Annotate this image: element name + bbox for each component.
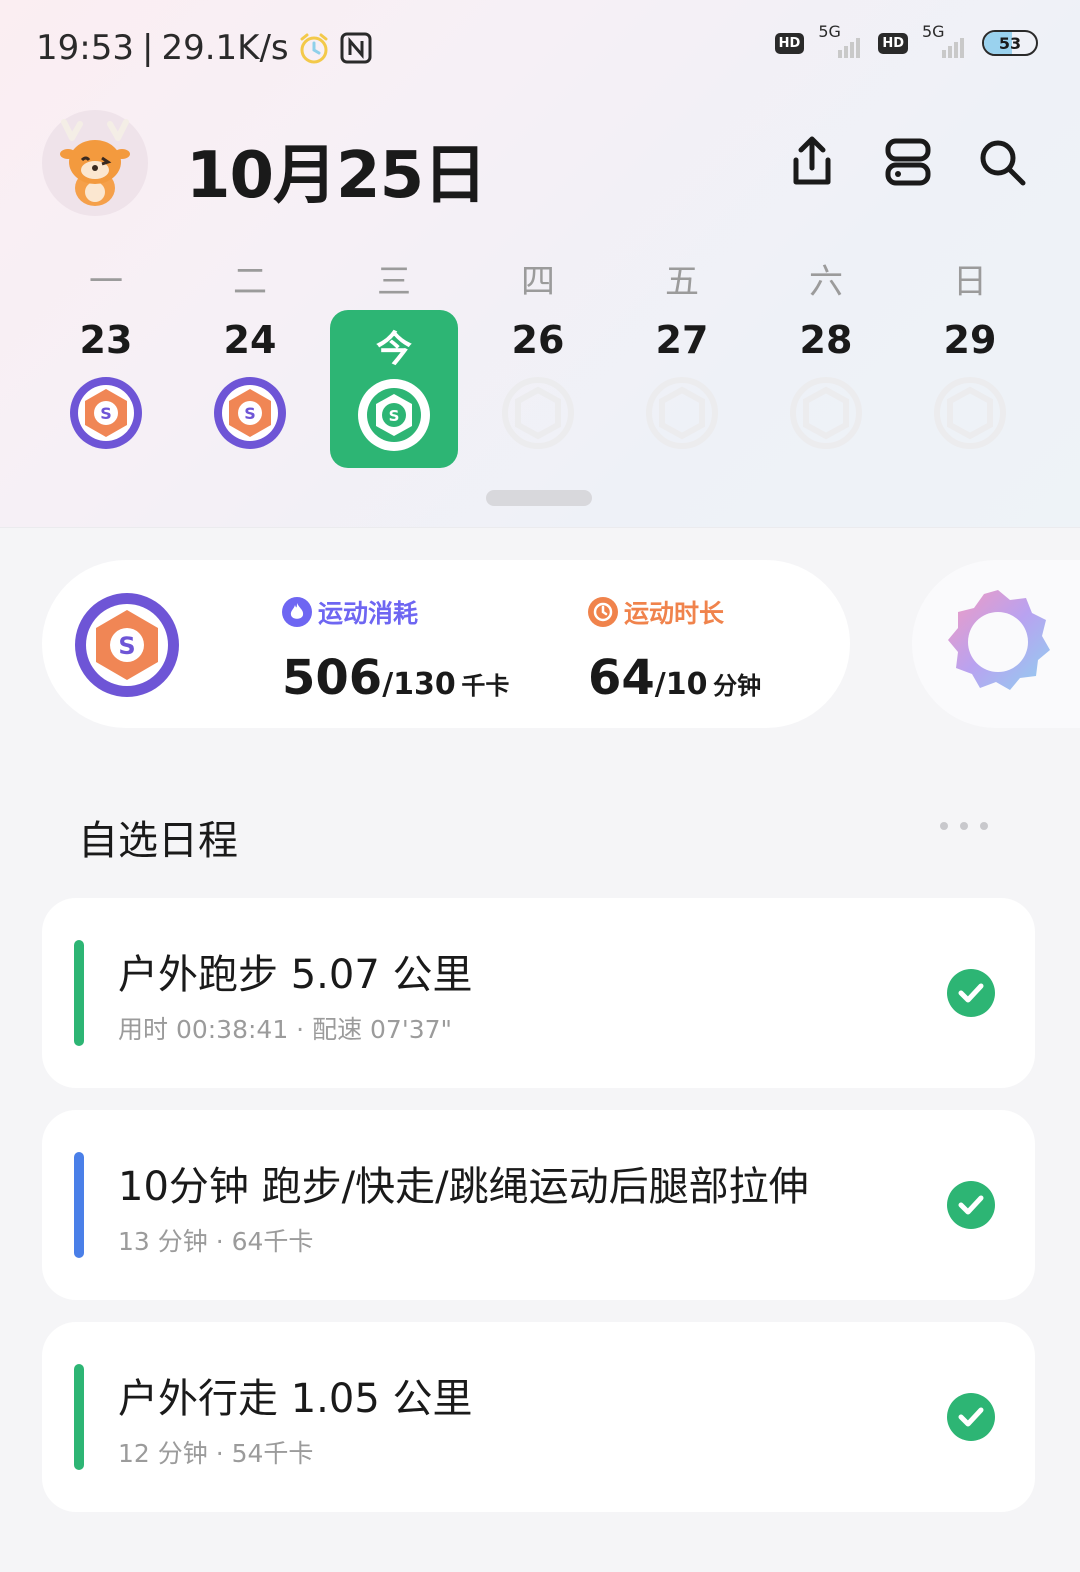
page-title: 10月25日 (186, 139, 487, 213)
duration-metric: 运动时长 64/10 分钟 (588, 594, 761, 706)
date-number: 26 (511, 318, 565, 362)
day-mon[interactable]: 一 23 S (42, 248, 170, 478)
battery-icon: 53 (982, 30, 1038, 56)
more-dot (940, 822, 948, 830)
duration-unit: 分钟 (713, 672, 762, 700)
day-wed-today[interactable]: 三 今 S (330, 248, 458, 478)
sim1-signal-icon: 5G (818, 22, 864, 58)
date-number: 29 (943, 318, 997, 362)
category-bar (74, 940, 84, 1046)
achievement-badge-icon: S (70, 377, 142, 449)
calories-value-row: 506/130 千卡 (282, 650, 509, 706)
calories-value: 506 (282, 650, 383, 706)
gradient-badge-icon (948, 590, 1050, 690)
calories-goal: /130 (382, 667, 456, 702)
weekday-label: 一 (89, 262, 123, 302)
schedule-item-subtitle: 用时 00:38:41 · 配速 07'37" (118, 1015, 453, 1044)
achievement-badge-icon: S (358, 379, 430, 451)
duration-value-row: 64/10 分钟 (588, 650, 761, 706)
date-number: 28 (799, 318, 853, 362)
weekday-label: 日 (953, 262, 987, 302)
more-dot (980, 822, 988, 830)
duration-goal: /10 (654, 667, 708, 702)
status-time: 19:53 (36, 28, 134, 68)
calories-metric: 运动消耗 506/130 千卡 (282, 594, 509, 706)
more-options-button[interactable] (940, 822, 988, 830)
day-sun[interactable]: 日 29 (906, 248, 1034, 478)
schedule-item-subtitle: 12 分钟 · 54千卡 (118, 1439, 314, 1468)
search-button[interactable] (974, 134, 1030, 190)
completed-check-icon[interactable] (947, 969, 995, 1017)
weekday-label: 三 (377, 262, 411, 302)
schedule-item-title: 10分钟 跑步/快走/跳绳运动后腿部拉伸 (118, 1164, 809, 1210)
sim2-signal-icon: 5G (922, 22, 968, 58)
calories-unit: 千卡 (461, 672, 510, 700)
completed-check-icon[interactable] (947, 1393, 995, 1441)
achievement-badge-icon: S (75, 593, 179, 697)
drag-handle[interactable] (486, 490, 592, 506)
sim1-network-type: 5G (818, 22, 841, 41)
network-speed: 29.1K/s (161, 28, 289, 68)
badge-letter: S (118, 632, 135, 660)
sim2-network-type: 5G (922, 22, 945, 41)
day-thu[interactable]: 四 26 (474, 248, 602, 478)
weekday-label: 二 (233, 262, 267, 302)
secondary-badge-card[interactable] (912, 560, 1080, 728)
search-icon (980, 140, 1026, 186)
date-number: 23 (79, 318, 133, 362)
svg-text:S: S (244, 404, 256, 423)
battery-level: 53 (998, 33, 1022, 53)
week-strip: 一 23 S 二 24 S 三 今 S 四 26 五 27 六 28 日 29 (42, 248, 1038, 478)
weekday-label: 五 (665, 262, 699, 302)
day-fri[interactable]: 五 27 (618, 248, 746, 478)
status-bar: 19:53 | 29.1K/s HD 5G HD 5G 53 (0, 0, 1080, 96)
more-dot (960, 822, 968, 830)
deer-mascot-icon (60, 119, 130, 206)
empty-badge-icon (502, 377, 574, 449)
empty-badge-icon (646, 377, 718, 449)
duration-label-row: 运动时长 (588, 594, 761, 630)
clock-icon (588, 597, 618, 627)
day-tue[interactable]: 二 24 S (186, 248, 314, 478)
activity-summary-card[interactable]: S 运动消耗 506/130 千卡 运动时长 64/10 分钟 (42, 560, 850, 728)
empty-badge-icon (934, 377, 1006, 449)
devices-button[interactable] (880, 134, 936, 190)
schedule-item-title: 户外跑步 5.07 公里 (118, 952, 473, 998)
flame-icon (282, 597, 312, 627)
schedule-item[interactable]: 10分钟 跑步/快走/跳绳运动后腿部拉伸 13 分钟 · 64千卡 (42, 1110, 1035, 1300)
empty-badge-icon (790, 377, 862, 449)
date-number: 24 (223, 318, 277, 362)
completed-check-icon[interactable] (947, 1181, 995, 1229)
calories-label: 运动消耗 (318, 599, 419, 628)
svg-text:S: S (389, 407, 400, 425)
schedule-item-title: 户外行走 1.05 公里 (118, 1376, 473, 1422)
date-number: 27 (655, 318, 709, 362)
achievement-badge-icon: S (214, 377, 286, 449)
status-divider: | (141, 28, 154, 68)
weekday-label: 六 (809, 262, 843, 302)
share-icon (793, 136, 831, 185)
alarm-clock-icon (300, 33, 328, 64)
share-button[interactable] (784, 134, 840, 190)
calories-label-row: 运动消耗 (282, 594, 509, 630)
weekday-label: 四 (521, 262, 555, 302)
sim1-hd-badge: HD (774, 32, 805, 54)
svg-text:S: S (100, 404, 112, 423)
category-bar (74, 1152, 84, 1258)
status-left: 19:53 | 29.1K/s (36, 28, 373, 68)
duration-value: 64 (588, 650, 655, 706)
schedule-item[interactable]: 户外跑步 5.07 公里 用时 00:38:41 · 配速 07'37" (42, 898, 1035, 1088)
day-sat[interactable]: 六 28 (762, 248, 890, 478)
date-number: 今 (375, 329, 412, 370)
status-right: HD 5G HD 5G 53 (774, 22, 1038, 58)
avatar[interactable] (42, 110, 148, 216)
schedule-item-subtitle: 13 分钟 · 64千卡 (118, 1227, 314, 1256)
devices-icon (885, 138, 931, 186)
nfc-icon (340, 32, 372, 64)
section-title: 自选日程 (78, 818, 238, 864)
category-bar (74, 1364, 84, 1470)
schedule-item[interactable]: 户外行走 1.05 公里 12 分钟 · 54千卡 (42, 1322, 1035, 1512)
sim2-hd-badge: HD (878, 32, 908, 54)
duration-label: 运动时长 (624, 599, 725, 628)
